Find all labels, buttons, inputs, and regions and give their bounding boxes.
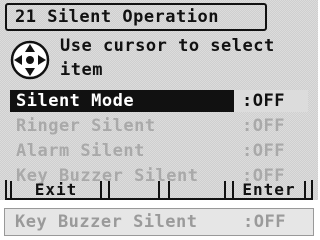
- menu-item-value: :OFF: [242, 116, 285, 136]
- instruction-line-1: Use cursor to select: [60, 36, 275, 56]
- preview-value: :OFF: [243, 212, 286, 232]
- menu-item-alarm-silent[interactable]: Alarm Silent :OFF: [10, 140, 308, 162]
- menu-item-label: Silent Mode: [16, 91, 135, 111]
- instruction-line-2: item: [60, 60, 103, 80]
- blank-softkey-2[interactable]: [168, 181, 226, 199]
- menu-item-value: :OFF: [242, 91, 285, 111]
- divider: [0, 200, 318, 208]
- preview-row: Key Buzzer Silent :OFF: [4, 208, 314, 236]
- menu-item-silent-mode[interactable]: Silent Mode :OFF: [10, 90, 308, 112]
- preview-label: Key Buzzer Silent: [15, 212, 198, 232]
- cursor-keys-icon: [10, 40, 50, 80]
- enter-softkey[interactable]: Enter: [232, 181, 306, 199]
- blank-softkey-1[interactable]: [108, 181, 160, 199]
- menu-item-label: Ringer Silent: [16, 116, 156, 136]
- menu-item-value: :OFF: [242, 141, 285, 161]
- screen-title: 21 Silent Operation: [5, 3, 267, 31]
- menu-item-ringer-silent[interactable]: Ringer Silent :OFF: [10, 115, 308, 137]
- menu-item-label: Alarm Silent: [16, 141, 145, 161]
- exit-softkey[interactable]: Exit: [10, 181, 102, 199]
